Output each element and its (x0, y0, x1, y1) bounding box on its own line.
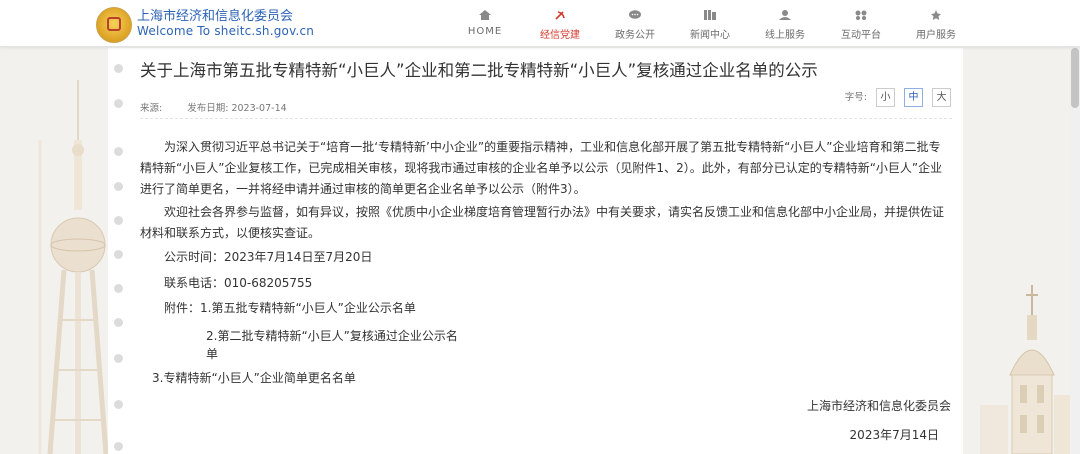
nav-party-building[interactable]: 经信党建 (534, 0, 586, 46)
nav-label: 线上服务 (765, 30, 805, 41)
pearl-tower-illustration (38, 80, 109, 454)
nav-online-service[interactable]: 线上服务 (759, 0, 811, 46)
timeline-dot (114, 318, 123, 327)
nav-interaction-platform[interactable]: 互动平台 (835, 0, 887, 46)
site-header: 上海市经济和信息化委员会 Welcome To sheitc.sh.gov.cn… (0, 0, 1080, 47)
nav-news-center[interactable]: 新闻中心 (684, 0, 736, 46)
scrollbar-thumb[interactable] (1071, 48, 1079, 108)
article-paragraph: 欢迎社会各界参与监督，如有异议，按照《优质中小企业梯度培育管理暂行办法》中有关要… (140, 205, 945, 240)
contact-phone: 联系电话：010-68205755 (164, 276, 313, 290)
site-url[interactable]: Welcome To sheitc.sh.gov.cn (137, 24, 314, 38)
nav-label: 新闻中心 (690, 30, 730, 41)
star-icon (930, 10, 942, 20)
font-size-large-button[interactable]: 大 (932, 88, 951, 107)
user-service-icon (779, 10, 791, 20)
site-name[interactable]: 上海市经济和信息化委员会 (137, 10, 293, 24)
nav-label: 互动平台 (841, 30, 881, 41)
article-meta: 来源: 发布日期: 2023-07-14 (140, 100, 287, 114)
issuer-signature: 上海市经济和信息化委员会 (806, 399, 951, 413)
font-size-small-button[interactable]: 小 (875, 88, 895, 107)
nav-government-affairs[interactable]: 政务公开 (609, 0, 661, 46)
domed-building-illustration (980, 285, 1070, 454)
font-size-medium-button[interactable]: 中 (903, 88, 923, 107)
timeline-dot (114, 442, 123, 451)
font-size-switcher: 字号: 小 中 大 (845, 88, 951, 107)
article-card: 关于上海市第五批专精特新“小巨人”企业和第二批专精特新“小巨人”复核通过企业名单… (108, 48, 963, 454)
chat-bubble-icon (629, 10, 641, 20)
site-logo[interactable] (96, 7, 132, 43)
timeline-dot (114, 64, 123, 73)
timeline-dot (114, 216, 123, 225)
home-icon (479, 10, 491, 20)
news-icon (704, 10, 716, 20)
timeline-dot (114, 147, 123, 156)
nav-label: HOME (467, 26, 503, 37)
publicity-period: 公示时间：2023年7月14日至7月20日 (164, 250, 373, 264)
timeline-dot (114, 284, 123, 293)
publish-date: 发布日期: 2023-07-14 (187, 103, 287, 114)
timeline-dot (114, 250, 123, 259)
issue-date: 2023年7月14日 (849, 428, 939, 442)
interaction-icon (855, 10, 867, 20)
timeline-dot (114, 354, 123, 363)
nav-home[interactable]: HOME (462, 0, 508, 46)
nav-label: 用户服务 (916, 30, 956, 41)
source-label: 来源: (140, 103, 163, 114)
timeline-dot (114, 182, 123, 191)
nav-label: 政务公开 (615, 30, 655, 41)
nav-user-service[interactable]: 用户服务 (910, 0, 962, 46)
font-size-label: 字号: (844, 92, 867, 103)
article-paragraph: 为深入贯彻习近平总书记关于“培育一批‘专精特新’中小企业”的重要指示精神，工业和… (140, 140, 943, 196)
attachment-link-2[interactable]: 2.第二批专精特新“小巨人”复核通过企业公示名单 (206, 327, 466, 363)
nav-label: 经信党建 (540, 30, 580, 41)
attachment-link-3[interactable]: 3.专精特新“小巨人”企业简单更名名单 (152, 370, 356, 386)
title-divider (140, 118, 952, 119)
timeline-dot (114, 99, 123, 108)
vertical-scrollbar[interactable] (1070, 0, 1080, 454)
timeline-dot (114, 400, 123, 409)
article-title: 关于上海市第五批专精特新“小巨人”企业和第二批专精特新“小巨人”复核通过企业名单… (140, 61, 818, 80)
attachment-link-1[interactable]: 附件：1.第五批专精特新“小巨人”企业公示名单 (164, 300, 416, 316)
party-emblem-icon (554, 10, 566, 20)
